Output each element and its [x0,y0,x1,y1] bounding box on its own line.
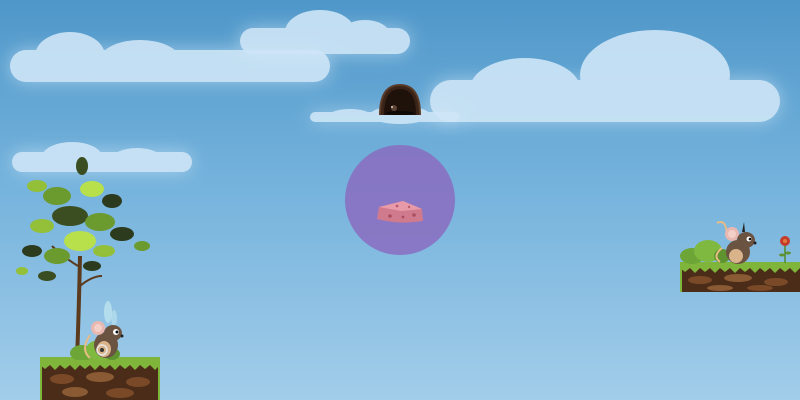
game-scene[interactable] [0,0,800,400]
cheese-bubble[interactable] [345,145,455,255]
platform [680,262,800,292]
cloud [240,10,410,54]
platform [40,357,160,400]
mouse-with-wings[interactable] [80,300,130,362]
cloud [430,30,780,122]
flower [779,236,791,263]
cloud [10,32,330,82]
mouse[interactable] [712,218,762,266]
mouse-hole [379,83,421,116]
